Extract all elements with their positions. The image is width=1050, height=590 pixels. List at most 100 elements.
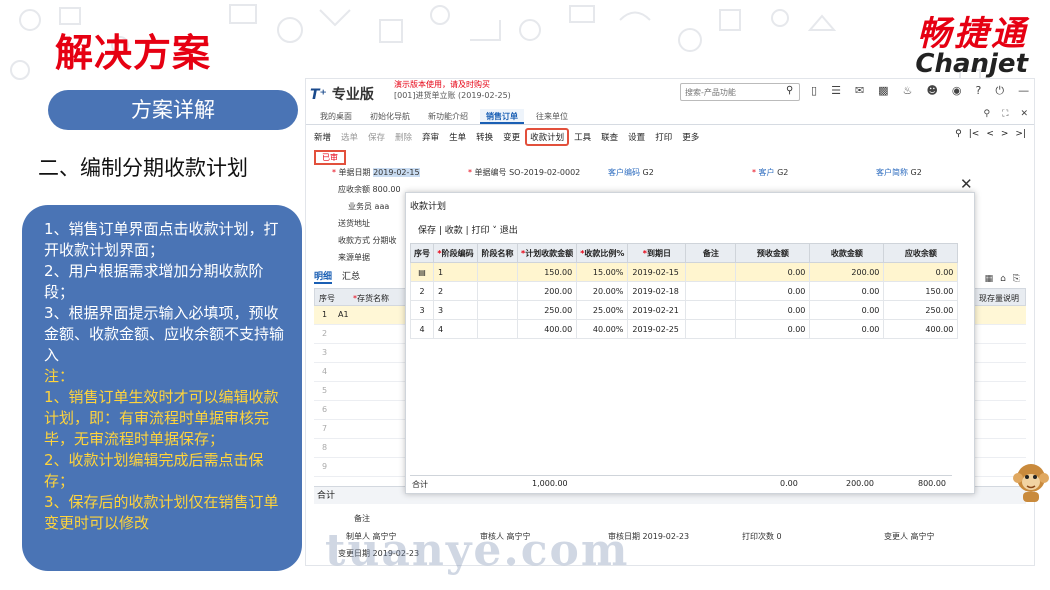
field-customer[interactable]: * 客户 G2 [752,167,788,178]
field-payment-method[interactable]: 收款方式 分期收 [338,235,397,246]
table-row[interactable]: ▤ 1 150.00 15.00% 2019-02-15 0.00 200.00… [410,262,959,282]
inquiry-button[interactable]: 联查 [596,131,623,143]
field-print-count: 打印次数 0 [742,532,782,541]
tab-detail[interactable]: 明细 [314,269,333,284]
col-seq: 序号 [410,243,434,263]
tab-sales-order[interactable]: 销售订单 [480,109,524,124]
user-icon[interactable]: ☻ [926,84,937,98]
field-changer: 变更人 高宁宁 [884,532,935,541]
save-button[interactable]: 保存 [363,131,390,143]
monkey-avatar-icon[interactable]: ◉ [952,84,962,98]
power-icon[interactable]: ⏻ [995,84,1004,98]
brand-name-en: Chanjet [915,49,1028,79]
note-line: 3、根据界面提示输入必填项，预收金额、收款金额、应收余额不支持输入 [44,304,285,364]
help-icon[interactable]: ? [976,84,982,98]
note-line: 2、用户根据需求增加分期收款阶段； [44,262,264,301]
table-row[interactable]: 3 3 250.00 25.00% 2019-02-21 0.00 0.00 2… [410,300,959,320]
screen-icon[interactable]: ▩ [878,84,888,98]
field-remark[interactable]: 备注 [354,513,370,524]
last-record-icon[interactable]: >| [1015,129,1026,139]
note-line: 1、销售订单生效时才可以编辑收款计划，即：有审流程时单据审核完毕，无审流程时单据… [44,388,279,448]
more-button[interactable]: 更多 [677,131,704,143]
field-code: * 单据编号 SO-2019-02-0002 [468,168,581,177]
tab-new-features[interactable]: 新功能介绍 [422,109,474,124]
close-icon[interactable]: ✕ [1020,109,1028,119]
new-button[interactable]: 新增 [309,131,336,143]
mobile-icon[interactable]: ▯ [811,84,817,98]
search-icon[interactable]: ⚲ [786,85,793,96]
tools-button[interactable]: 工具 [569,131,596,143]
tab-init-nav[interactable]: 初始化导航 [364,109,416,124]
delete-button[interactable]: 删除 [390,131,417,143]
watermark-text: tuanye.com [325,525,630,576]
slide-title: 解决方案 [55,31,212,75]
minimize-icon[interactable]: — [1018,84,1029,98]
todo-list-icon[interactable]: ☰ [831,84,841,98]
home-icon[interactable]: ⌂ [1000,274,1006,284]
locate-icon[interactable]: ⚲ [955,129,962,139]
note-line: 2、收款计划编辑完成后需点击保存； [44,451,264,490]
total-plan: 1,000.00 [532,479,568,488]
total-received: 200.00 [846,479,874,488]
field-customer-abbr: 客户简称 G2 [876,168,922,177]
notes-card: 1、销售订单界面点击收款计划，打开收款计划界面； 2、用户根据需求增加分期收款阶… [22,205,302,571]
dialog-title: 收款计划 [410,202,447,212]
tab-partners[interactable]: 往来单位 [530,109,574,124]
first-record-icon[interactable]: |< [969,129,980,139]
detail-tabs: 明细 汇总 [314,269,360,284]
col-received: 收款金额 [809,243,885,263]
print-button[interactable]: 打印 [650,131,677,143]
col-remark: 备注 [685,243,737,263]
bell-icon[interactable]: ♨ [903,84,913,98]
field-address[interactable]: 送货地址 [338,218,370,229]
field-source-doc[interactable]: 来源单据 [338,252,370,263]
export-icon[interactable]: ⎘ [1013,274,1020,284]
field-balance: 应收余额 800.00 [338,185,401,194]
grid-icon[interactable]: ▦ [985,274,994,284]
col-stock-note: 现存量说明 [979,294,1019,303]
tab-desktop[interactable]: 我的桌面 [314,109,358,124]
table-row[interactable]: 2 2 200.00 20.00% 2019-02-18 0.00 0.00 1… [410,281,959,301]
dialog-total-row: 合计 1,000.00 0.00 200.00 800.00 [410,475,952,492]
convert-button[interactable]: 转换 [471,131,498,143]
payment-plan-table: 序号 *阶段编码 阶段名称 *计划收款金额 *收款比例% *到期日 备注 预收金… [410,243,959,339]
demo-warning: 演示版本使用，请及时购买 [394,80,490,89]
field-salesperson[interactable]: 业务员 aaa [348,201,389,212]
payment-plan-button[interactable]: 收款计划 [525,128,570,146]
note-line: 1、销售订单界面点击收款计划，打开收款计划界面； [44,220,279,259]
total-prepaid: 0.00 [780,479,798,488]
next-record-icon[interactable]: > [1001,129,1009,139]
tab-summary[interactable]: 汇总 [342,269,360,284]
table-row[interactable]: 4 4 400.00 40.00% 2019-02-25 0.00 0.00 4… [410,319,959,339]
search-icon[interactable]: ⚲ [984,109,991,119]
total-balance: 800.00 [918,479,946,488]
col-item-name: *存货名称 [353,294,389,303]
status-badge: 已审 [314,150,346,165]
col-seq: 序号 [319,294,335,303]
fullscreen-icon[interactable]: ⛶ [1002,109,1008,119]
change-button[interactable]: 变更 [498,131,525,143]
search-input[interactable] [680,83,800,101]
field-customer-code[interactable]: 客户编码 G2 [608,167,654,178]
col-prepaid: 预收金额 [735,243,811,263]
slide-subtitle: 二、编制分期收款计划 [38,156,248,180]
header-icons: ▯ ☰ ✉ ▩ ♨ ☻ ◉ ? ⏻ — [811,84,1029,98]
select-button[interactable]: 选单 [336,131,363,143]
brand-name-cn: 畅捷通 [917,14,1028,54]
brand-logo: 畅捷通 Chanjet [915,6,1028,79]
section-pill: 方案详解 [48,90,298,130]
generate-button[interactable]: 生单 [444,131,471,143]
unaudit-button[interactable]: 弃审 [417,131,444,143]
field-date[interactable]: * 单据日期 2019-02-15 [332,167,420,178]
tab-bar: 我的桌面 初始化导航 新功能介绍 销售订单 往来单位 [306,109,1034,125]
monkey-mascot-icon [1013,464,1049,502]
prev-record-icon[interactable]: < [986,129,994,139]
settings-button[interactable]: 设置 [623,131,650,143]
row-edit-icon[interactable]: ▤ [410,262,434,282]
note-heading: 注： [44,367,75,385]
message-icon[interactable]: ✉ [855,84,864,98]
grid-tools: ▦ ⌂ ⎘ [985,274,1020,284]
dialog-close-icon[interactable]: ✕ [960,175,973,193]
col-due-date: *到期日 [627,243,687,263]
dialog-toolbar[interactable]: 保存 | 收款 | 打印 ˅ 退出 [418,223,518,236]
